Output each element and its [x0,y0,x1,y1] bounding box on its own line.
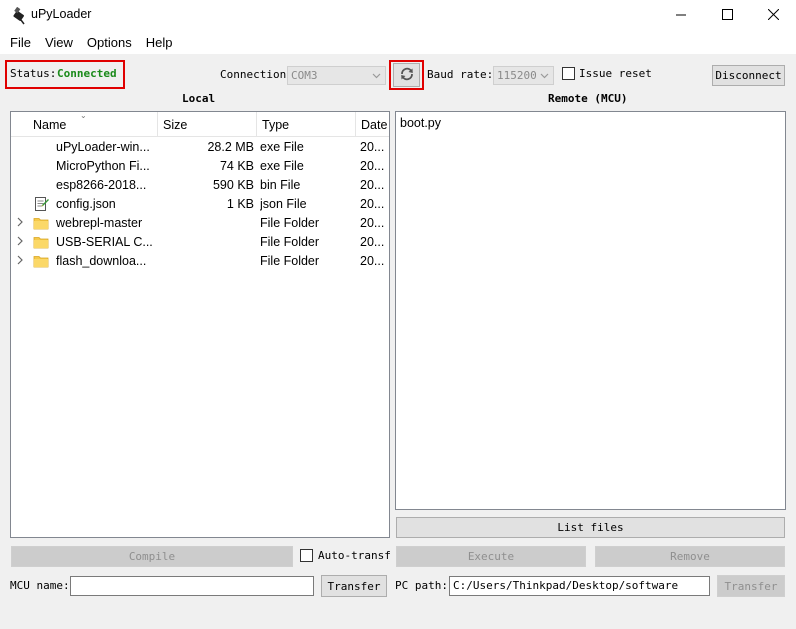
file-type: File Folder [260,235,320,249]
baud-rate-value: 115200 [497,69,537,82]
close-icon [767,8,779,23]
tree-row[interactable]: USB-SERIAL C... File Folder 20... [11,233,389,252]
baud-rate-select[interactable]: 115200 [493,66,554,85]
chevron-down-icon [372,70,381,83]
remove-button[interactable]: Remove [595,546,785,567]
window-title: uPyLoader [31,7,92,21]
file-name: config.json [56,197,116,211]
connection-select[interactable]: COM3 [287,66,386,85]
pc-path-label: PC path: [395,579,448,592]
tree-header: ⌄ Name Size Type Date [11,112,389,137]
file-date: 20... [360,235,385,249]
baud-rate-label: Baud rate: [427,68,494,81]
auto-transfer-label: Auto-transfer [318,549,390,562]
remote-file-item[interactable]: boot.py [400,116,441,130]
close-button[interactable] [750,0,796,31]
mcu-name-input[interactable] [70,576,314,596]
disconnect-button[interactable]: Disconnect [712,65,785,86]
file-date: 20... [360,140,385,154]
connection-label: Connection [220,68,287,81]
file-date: 20... [360,216,385,230]
file-name: flash_downloa... [56,254,147,268]
file-date: 20... [360,197,385,211]
file-name: esp8266-2018... [56,178,147,192]
column-header-date[interactable]: Date [356,112,389,137]
menu-view[interactable]: View [38,35,80,50]
file-type: File Folder [260,216,320,230]
folder-icon [33,253,49,269]
menu-file[interactable]: File [3,35,38,50]
list-files-button[interactable]: List files [396,517,785,538]
column-header-size[interactable]: Size [158,112,257,137]
file-name: webrepl-master [56,216,143,230]
transfer-to-mcu-button[interactable]: Transfer [321,575,387,597]
status-value: Connected [57,67,117,80]
auto-transfer-checkbox[interactable] [300,549,313,562]
column-header-name[interactable]: Name [28,112,158,137]
bin-file-icon [33,177,49,193]
title-bar: uPyLoader [0,0,796,31]
maximize-icon [721,8,733,23]
remote-file-list[interactable]: boot.py [395,111,786,510]
refresh-icon [399,66,415,85]
exe-file-icon [33,158,49,174]
issue-reset-checkbox[interactable] [562,67,575,80]
mcu-name-label: MCU name: [10,579,70,592]
minimize-button[interactable] [658,0,704,31]
tree-row[interactable]: MicroPython Fi... 74 KB exe File 20... [11,157,389,176]
tree-row[interactable]: webrepl-master File Folder 20... [11,214,389,233]
chevron-down-icon [540,70,549,83]
app-logo-icon [9,6,27,25]
minimize-icon [676,9,686,23]
menu-help[interactable]: Help [139,35,180,50]
file-type: bin File [260,178,301,192]
file-name: uPyLoader-win... [56,140,150,154]
menu-bar: File View Options Help [0,31,796,54]
chevron-right-icon[interactable] [16,235,28,250]
transfer-to-pc-button[interactable]: Transfer [717,575,785,597]
file-type: exe File [260,159,304,173]
tree-row[interactable]: esp8266-2018... 590 KB bin File 20... [11,176,389,195]
file-name: USB-SERIAL C... [56,235,153,249]
connection-value: COM3 [291,69,318,82]
folder-icon [33,234,49,250]
file-type: File Folder [260,254,320,268]
tree-row[interactable]: config.json 1 KB json File 20... [11,195,389,214]
file-type: exe File [260,140,304,154]
maximize-button[interactable] [704,0,750,31]
file-date: 20... [360,254,385,268]
execute-button[interactable]: Execute [396,546,586,567]
file-type: json File [260,197,307,211]
tree-row[interactable]: uPyLoader-win... 28.2 MB exe File 20... [11,138,389,157]
pc-path-input[interactable]: C:/Users/Thinkpad/Desktop/software [449,576,710,596]
chevron-right-icon[interactable] [16,216,28,231]
folder-icon [33,215,49,231]
remote-section-title: Remote (MCU) [548,92,628,105]
exe-file-icon [33,139,49,155]
local-section-title: Local [182,92,216,105]
tree-row[interactable]: flash_downloa... File Folder 20... [11,252,389,271]
refresh-ports-button[interactable] [393,63,420,87]
file-size: 74 KB [219,159,254,173]
issue-reset-label: Issue reset [579,67,652,80]
file-date: 20... [360,159,385,173]
file-size: 590 KB [212,178,254,192]
column-header-type[interactable]: Type [257,112,356,137]
chevron-right-icon[interactable] [16,254,28,269]
local-file-tree[interactable]: ⌄ Name Size Type Date uPyLoader-win... 28… [10,111,390,538]
json-file-icon [33,196,49,212]
menu-options[interactable]: Options [80,35,139,50]
status-label: Status: [10,67,57,80]
file-date: 20... [360,178,385,192]
file-name: MicroPython Fi... [56,159,150,173]
compile-button[interactable]: Compile [11,546,293,567]
file-size: 1 KB [226,197,254,211]
file-size: 28.2 MB [207,140,254,154]
